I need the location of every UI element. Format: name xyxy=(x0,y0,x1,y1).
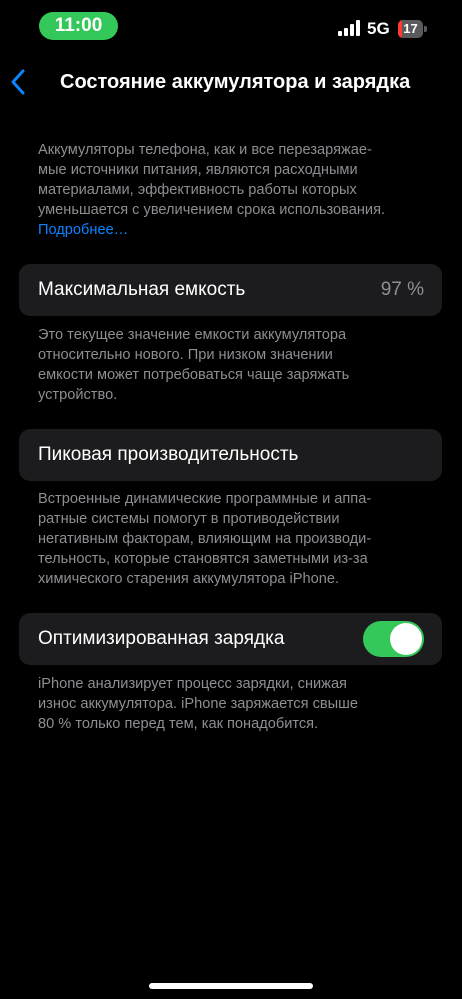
learn-more-link[interactable]: Подробнее… xyxy=(38,220,430,240)
intro-note: Аккумуляторы телефона, как и все перезар… xyxy=(38,140,430,240)
navigation-bar: Состояние аккумулятора и зарядка xyxy=(0,60,462,104)
footer-line: устройство. xyxy=(38,387,118,403)
home-indicator[interactable] xyxy=(149,983,313,989)
max-capacity-label: Максимальная емкость xyxy=(38,279,246,300)
signal-bars-icon xyxy=(338,20,360,36)
back-button[interactable] xyxy=(6,64,40,100)
peak-performance-label: Пиковая производительность xyxy=(38,444,299,465)
intro-line: мые источники питания, являются расходны… xyxy=(38,162,358,178)
footer-line: емкости может потребоваться чаще заряжат… xyxy=(38,367,350,383)
footer-line: Встроенные динамические программные и ап… xyxy=(38,491,372,507)
intro-line: материалами, эффективность работы которы… xyxy=(38,182,357,198)
intro-line: уменьшается с увеличением срока использо… xyxy=(38,202,386,218)
battery-cap xyxy=(424,26,427,32)
max-capacity-value: 97 % xyxy=(380,279,424,300)
optimized-charging-footer: iPhone анализирует процесс зарядки, сниж… xyxy=(38,674,430,734)
max-capacity-cell: Максимальная емкость 97 % xyxy=(19,264,442,316)
page-title: Состояние аккумулятора и зарядка xyxy=(60,71,411,93)
footer-line: Это текущее значение емкости аккумулятор… xyxy=(38,327,347,343)
footer-line: тельность, которые становятся заметными … xyxy=(38,551,368,567)
footer-line: износ аккумулятора. iPhone заряжается св… xyxy=(38,696,358,712)
max-capacity-footer: Это текущее значение емкости аккумулятор… xyxy=(38,325,430,405)
network-type: 5G xyxy=(367,19,390,38)
intro-line: Аккумуляторы телефона, как и все перезар… xyxy=(38,142,372,158)
footer-line: негативным факторам, влияющим на произво… xyxy=(38,531,372,547)
battery-icon: 17 xyxy=(398,20,428,38)
footer-line: химического старения аккумулятора iPhone… xyxy=(38,571,340,587)
peak-performance-footer: Встроенные динамические программные и ап… xyxy=(38,489,430,589)
footer-line: ратные системы помогут в противодействии xyxy=(38,511,340,527)
footer-line: относительно нового. При низком значении xyxy=(38,347,333,363)
optimized-charging-cell: Оптимизированная зарядка xyxy=(19,613,442,665)
footer-line: 80 % только перед тем, как понадобится. xyxy=(38,716,319,732)
optimized-charging-label: Оптимизированная зарядка xyxy=(38,628,285,649)
toggle-knob xyxy=(390,623,422,655)
status-bar: 11:00 5G 17 xyxy=(0,0,462,52)
chevron-left-icon xyxy=(11,69,25,95)
battery-level: 17 xyxy=(403,21,418,36)
optimized-charging-toggle[interactable] xyxy=(363,621,424,657)
battery-body: 17 xyxy=(398,20,423,38)
footer-line: iPhone анализирует процесс зарядки, сниж… xyxy=(38,676,347,692)
peak-performance-cell: Пиковая производительность xyxy=(19,429,442,481)
status-time[interactable]: 11:00 xyxy=(39,12,118,40)
